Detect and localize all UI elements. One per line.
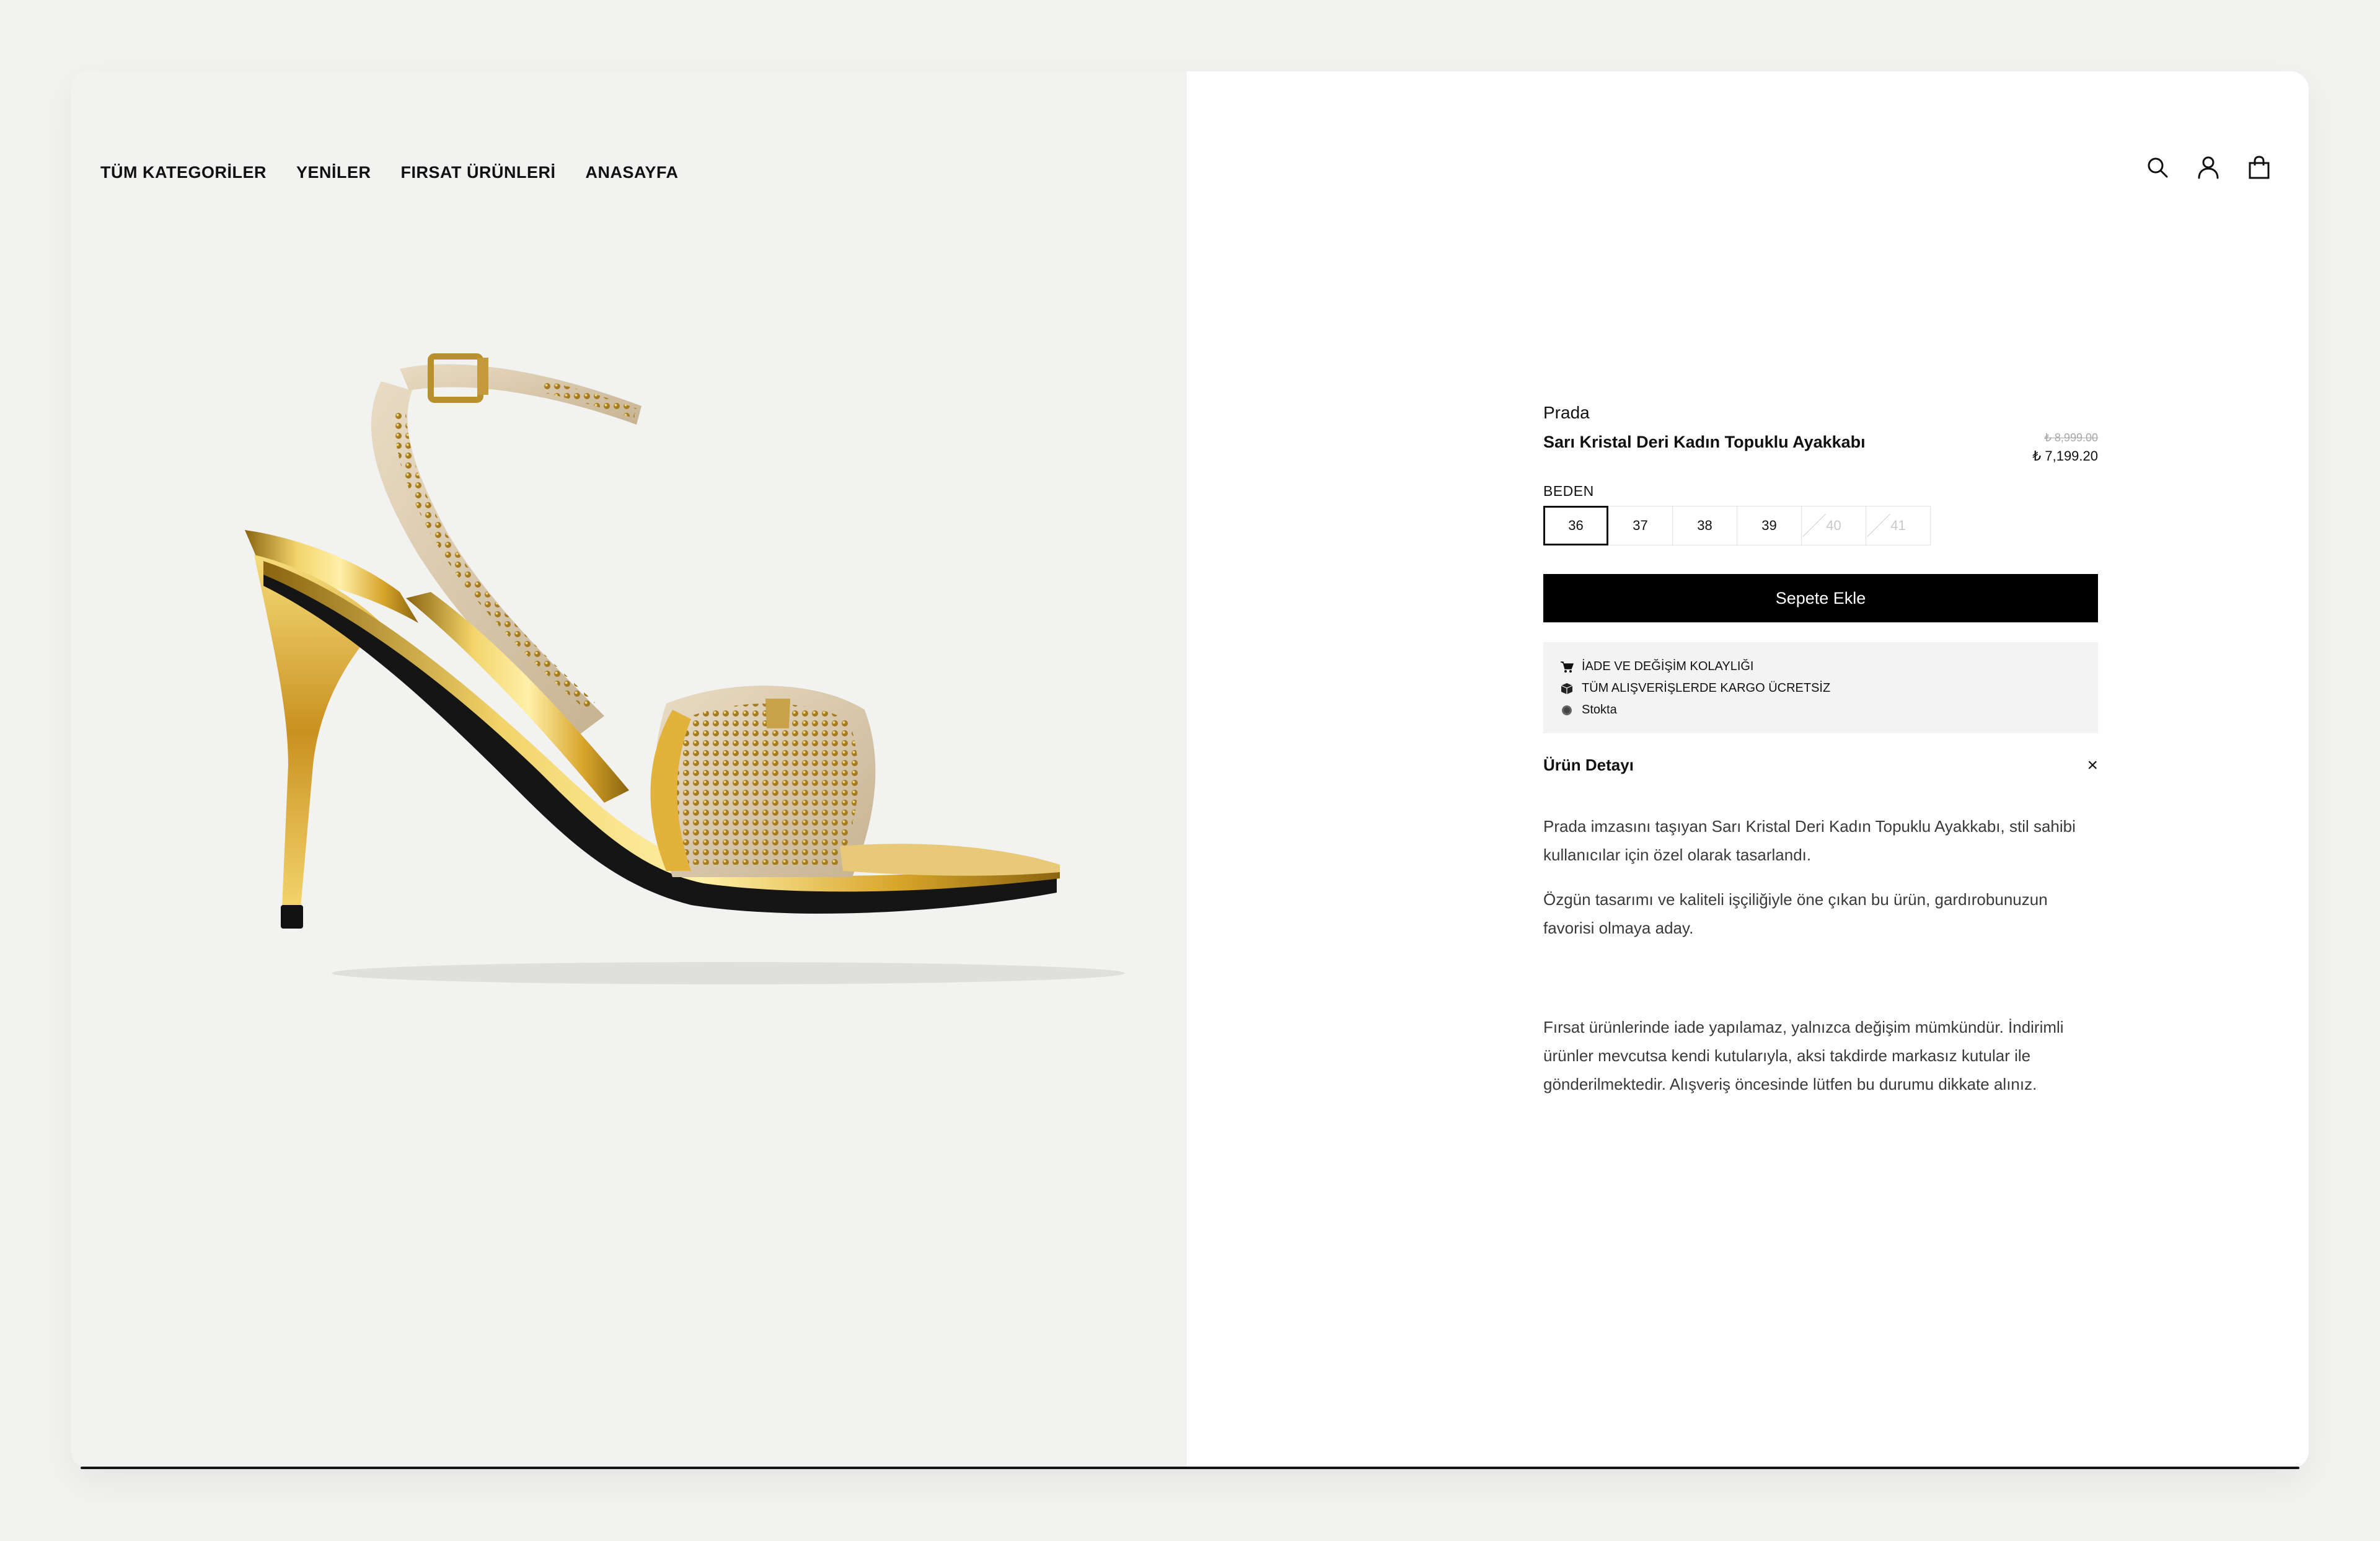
size-option-39[interactable]: 39 [1737, 506, 1802, 545]
box-icon [1559, 681, 1574, 696]
cart-icon [1559, 660, 1574, 674]
sale-price: ₺ 7,199.20 [2032, 448, 2098, 464]
nav-item-deals[interactable]: FIRSAT ÜRÜNLERİ [401, 163, 556, 182]
product-detail-title: Ürün Detayı [1543, 756, 1634, 774]
header-icons [2145, 155, 2272, 180]
product-image-pane: TÜM KATEGORİLER YENİLER FIRSAT ÜRÜNLERİ … [71, 71, 1187, 1469]
bottom-divider [81, 1467, 2299, 1469]
nav-item-all-categories[interactable]: TÜM KATEGORİLER [100, 163, 267, 182]
price-box: ₺ 8,999.00 ₺ 7,199.20 [2032, 431, 2098, 464]
old-price: ₺ 8,999.00 [2044, 431, 2098, 444]
size-option-36[interactable]: 36 [1543, 506, 1608, 545]
main-nav: TÜM KATEGORİLER YENİLER FIRSAT ÜRÜNLERİ … [100, 163, 679, 182]
detail-paragraph-1: Prada imzasını taşıyan Sarı Kristal Deri… [1543, 817, 2076, 864]
status-dot-icon [1559, 703, 1574, 718]
info-row-returns: İADE VE DEĞİŞİM KOLAYLIĞI [1559, 656, 2082, 678]
product-details-pane: Prada Sarı Kristal Deri Kadın Topuklu Ay… [1187, 71, 2309, 1469]
size-selector: 36 37 38 39 40 41 [1543, 506, 2098, 545]
info-row-stock: Stokta [1559, 699, 2082, 721]
size-option-41: 41 [1866, 506, 1931, 545]
nav-item-new[interactable]: YENİLER [296, 163, 371, 182]
info-row-shipping: TÜM ALIŞVERİŞLERDE KARGO ÜCRETSİZ [1559, 678, 2082, 699]
title-row: Sarı Kristal Deri Kadın Topuklu Ayakkabı… [1543, 431, 2098, 464]
size-option-37[interactable]: 37 [1608, 506, 1673, 545]
product-detail-header[interactable]: Ürün Detayı × [1543, 756, 2098, 775]
size-option-38[interactable]: 38 [1672, 506, 1737, 545]
info-box: İADE VE DEĞİŞİM KOLAYLIĞI TÜM ALIŞVERİŞL… [1543, 642, 2098, 733]
close-icon[interactable]: × [2087, 756, 2098, 775]
brand-name: Prada [1543, 403, 1590, 422]
product-image [245, 353, 1125, 984]
bag-icon[interactable] [2247, 155, 2272, 180]
detail-paragraph-2: Özgün tasarımı ve kaliteli işçiliğiyle ö… [1543, 890, 2048, 937]
info-text-returns: İADE VE DEĞİŞİM KOLAYLIĞI [1582, 660, 1754, 673]
add-to-cart-button[interactable]: Sepete Ekle [1543, 574, 2098, 622]
detail-paragraph-3: Fırsat ürünlerinde iade yapılamaz, yalnı… [1543, 1018, 2064, 1093]
size-label: BEDEN [1543, 483, 1594, 499]
nav-item-home[interactable]: ANASAYFA [586, 163, 679, 182]
info-text-shipping: TÜM ALIŞVERİŞLERDE KARGO ÜCRETSİZ [1582, 681, 1831, 695]
product-info: Prada Sarı Kristal Deri Kadın Topuklu Ay… [1543, 403, 2098, 1098]
search-icon[interactable] [2145, 155, 2170, 180]
user-icon[interactable] [2196, 155, 2221, 180]
product-title: Sarı Kristal Deri Kadın Topuklu Ayakkabı [1543, 433, 1866, 451]
size-option-40: 40 [1801, 506, 1866, 545]
info-text-stock: Stokta [1582, 703, 1617, 717]
browser-frame: TÜM KATEGORİLER YENİLER FIRSAT ÜRÜNLERİ … [71, 71, 2309, 1469]
